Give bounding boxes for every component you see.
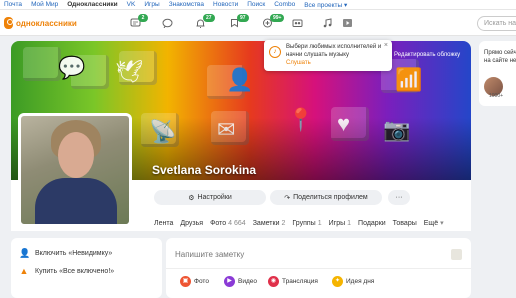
note-composer: Напишите заметку ▣ Фото ▶ Видео ◉ Трансл… [166,238,471,298]
topbar-link-dating[interactable]: Знакомства [169,1,204,8]
menu-item-label: Включить «Невидимку» [35,250,113,257]
music-popup: ♪ Выбери любимых исполнителей и начни сл… [264,40,392,71]
topbar-link-mail[interactable]: Почта [4,1,22,8]
nav-music[interactable] [322,18,333,28]
online-count: 1000+ [489,93,504,99]
tab-games[interactable]: Игры 1 [329,220,351,227]
edit-cover-link[interactable]: Редактировать обложку [394,52,460,58]
nav-guests[interactable]: 97 [229,14,249,28]
left-menu-card: 👤 Включить «Невидимку» ▲ Купить «Все вкл… [11,238,162,298]
main-header: одноклассники 2 27 97 99+ Искать на [0,10,516,36]
more-button[interactable]: ··· [388,190,410,205]
avatar-face [58,132,94,178]
play-icon [343,19,352,27]
menu-item-all-inclusive[interactable]: ▲ Купить «Все включено!» [19,266,115,276]
invisible-icon: 👤 [19,248,31,258]
notifications-badge: 27 [203,14,215,22]
tab-more[interactable]: Ещё ▾ [424,219,444,227]
ok-logo-icon [4,17,13,29]
settings-button[interactable]: ⚙ Настройки [154,190,266,205]
online-title-line2: на сайте не [484,58,516,64]
search-input[interactable]: Искать на [477,16,516,31]
action-label: Трансляция [282,278,318,285]
close-icon[interactable]: × [384,42,388,49]
topbar-link-combo[interactable]: Combo [274,1,295,8]
nav-video[interactable] [292,18,303,28]
tab-gifts[interactable]: Подарки [358,220,386,227]
settings-label: Настройки [197,194,232,201]
note-input[interactable]: Напишите заметку [175,250,244,259]
topbar-link-mymir[interactable]: Мой Мир [31,1,58,8]
discussions-icon [162,18,173,28]
profile-name: Svetlana Sorokina [152,163,257,177]
nav-discussions[interactable] [162,18,173,28]
gear-icon: ⚙ [188,194,195,202]
avatar[interactable] [18,113,132,227]
video-icon [292,19,303,27]
divider [166,268,471,269]
ok-logo[interactable]: одноклассники [4,17,77,29]
service-topbar: Почта Мой Мир Одноклассники VK Игры Знак… [0,0,516,10]
topbar-link-search[interactable]: Поиск [247,1,265,8]
broadcast-icon: ◉ [268,276,279,287]
action-label: Видео [238,278,257,285]
video-icon: ▶ [224,276,235,287]
menu-item-label: Купить «Все включено!» [35,267,115,275]
share-profile-button[interactable]: ↷ Поделиться профилем [270,190,382,205]
topbar-link-games[interactable]: Игры [144,1,159,8]
menu-item-invisible[interactable]: 👤 Включить «Невидимку» [19,248,112,259]
logo-text: одноклассники [16,18,77,28]
tab-notes[interactable]: Заметки 2 [253,220,286,227]
tab-photo[interactable]: Фото 4 664 [210,220,246,227]
topbar-link-all-projects[interactable]: Все проекты ▾ [304,1,347,9]
tab-count: 1 [347,219,352,227]
profile-tabs: Лента Друзья Фото 4 664 Заметки 2 Группы 1 … [154,219,444,228]
chevron-down-icon: ▾ [440,220,444,227]
note-action-photo[interactable]: ▣ Фото [180,276,209,287]
topbar-link-vk[interactable]: VK [127,1,136,8]
avatar-shirt [35,178,117,224]
tab-count: 4 664 [228,219,246,227]
more-dots-icon: ··· [395,194,403,201]
action-label: Фото [194,278,209,285]
note-action-broadcast[interactable]: ◉ Трансляция [268,276,318,287]
note-action-video[interactable]: ▶ Видео [224,276,257,287]
tab-feed[interactable]: Лента [154,220,173,227]
note-action-idea[interactable]: ✦ Идея дня [332,276,374,287]
topbar-link-news[interactable]: Новости [213,1,238,8]
share-icon: ↷ [284,194,291,202]
online-title-line1: Прямо сейч [484,50,516,56]
chevron-down-icon: ▾ [343,1,348,9]
popup-listen-link[interactable]: Слушать [286,60,386,66]
nav-events[interactable]: 99+ [262,14,285,28]
popup-text-line1: Выбери любимых исполнителей и [286,44,382,50]
guests-badge: 97 [237,14,249,22]
popup-text-line2: начни слушать музыку [286,51,349,58]
tab-friends[interactable]: Друзья [180,220,203,227]
nav-messages[interactable]: 2 [130,14,148,28]
messages-badge: 2 [138,14,148,22]
tab-count: 1 [317,219,322,227]
tab-count: 2 [281,219,286,227]
topbar-link-ok[interactable]: Одноклассники [67,1,117,8]
all-inclusive-icon: ▲ [19,266,29,276]
tab-groups[interactable]: Группы 1 [292,220,321,227]
nav-notifications[interactable]: 27 [195,14,215,28]
music-icon [323,18,332,28]
photo-icon: ▣ [180,276,191,287]
idea-icon: ✦ [332,276,343,287]
share-label: Поделиться профилем [293,194,368,201]
music-note-icon: ♪ [269,46,281,58]
tab-goods[interactable]: Товары [393,220,417,227]
online-now-panel: Прямо сейч на сайте не 1000+ [479,41,516,106]
action-label: Идея дня [346,278,375,285]
events-badge: 99+ [270,14,285,22]
image-icon [451,249,462,260]
nav-play[interactable] [342,18,353,28]
